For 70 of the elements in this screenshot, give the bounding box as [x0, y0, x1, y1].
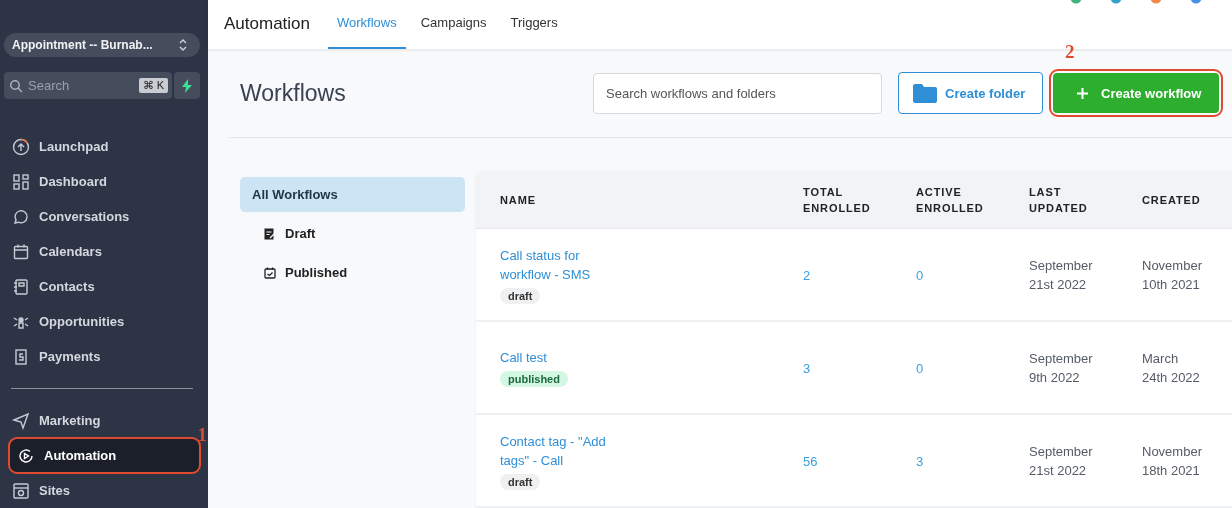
status-icon [1150, 0, 1162, 4]
table-cell: 0 [916, 267, 924, 283]
column-header: ACTIVE ENROLLED [916, 185, 985, 216]
table-cell: 0 [916, 360, 924, 376]
quick-action-button[interactable] [174, 72, 200, 99]
payments-icon [12, 347, 30, 366]
nav-item[interactable]: Conversations [4, 199, 200, 234]
callout-number: 1 [197, 424, 207, 446]
status-icon [1190, 0, 1202, 4]
sites-icon [12, 481, 30, 500]
folder-icon [913, 83, 937, 103]
nav-item[interactable]: Contacts [4, 269, 200, 304]
edit-note-icon [264, 227, 276, 240]
contacts-icon [12, 277, 30, 296]
table-cell: 56 [803, 453, 818, 469]
column-header: TOTAL ENROLLED [803, 185, 872, 216]
calendar-check-icon [264, 266, 276, 279]
search-icon [9, 78, 23, 93]
nav-item[interactable]: Sites [4, 473, 200, 508]
search-field[interactable]: Search workflows and folders [593, 72, 882, 114]
nav-item[interactable]: Launchpad [4, 129, 200, 164]
table-cell-text: September 21st 2022 [1029, 442, 1094, 480]
table-cell: 3 [803, 360, 811, 376]
create-folder-button[interactable]: Create folder [898, 72, 1043, 114]
folder-filter[interactable]: All Workflows [240, 177, 465, 212]
nav-item[interactable]: Calendars [4, 234, 200, 269]
chat-icon [12, 207, 30, 226]
status-tag: published [500, 371, 568, 387]
launchpad-icon [12, 137, 30, 156]
nav-item[interactable]: Marketing [4, 403, 200, 438]
plus-icon [1077, 87, 1088, 99]
tab[interactable]: Triggers [501, 0, 567, 49]
workflow-link[interactable]: Contact tag - "Add tags" - Call [500, 431, 618, 470]
account-switcher[interactable]: Appointment -- Burnab... [4, 33, 200, 57]
tab[interactable]: Workflows [328, 0, 406, 49]
callout-number: 2 [1065, 41, 1075, 63]
column-header: CREATED [1142, 193, 1202, 208]
search-input[interactable]: Search [28, 78, 134, 93]
nav-item[interactable]: Dashboard [4, 164, 200, 199]
table-cell-text: November 10th 2021 [1142, 256, 1203, 294]
table-cell-text: September 21st 2022 [1029, 256, 1094, 294]
column-header: NAME [500, 193, 537, 208]
nav-item[interactable]: Automation [9, 438, 200, 473]
table-cell: 3 [916, 453, 924, 469]
chevron-updown-icon [178, 38, 188, 52]
calendar-icon [12, 242, 30, 261]
folder-filter[interactable]: Draft [240, 216, 465, 251]
column-header: LAST UPDATED [1029, 185, 1089, 216]
workflow-link[interactable]: Call test [500, 348, 547, 367]
status-tag: draft [500, 287, 541, 304]
table-cell-text: November 18th 2021 [1142, 442, 1203, 480]
section-title: Automation [224, 13, 310, 34]
workflow-link[interactable]: Call status for workflow - SMS [500, 245, 618, 284]
folder-filter[interactable]: Published [240, 255, 465, 290]
status-icon [1070, 0, 1082, 4]
dashboard-icon [12, 172, 30, 191]
shortcut-badge: ⌘ K [138, 78, 168, 93]
automation-icon [17, 446, 35, 465]
nav-item[interactable]: Opportunities [4, 304, 200, 339]
table-cell-text: September 9th 2022 [1029, 349, 1094, 387]
lightning-icon [182, 78, 192, 93]
table-cell-text: March 24th 2022 [1142, 349, 1201, 387]
page-title: Workflows [240, 79, 347, 107]
send-icon [12, 411, 30, 430]
status-icon [1110, 0, 1122, 4]
tab[interactable]: Campaigns [411, 0, 496, 49]
status-tag: draft [500, 473, 541, 490]
nav-item[interactable]: Payments [4, 339, 200, 374]
search-field[interactable]: Search ⌘ K [4, 72, 172, 99]
table-cell: 2 [803, 267, 811, 283]
